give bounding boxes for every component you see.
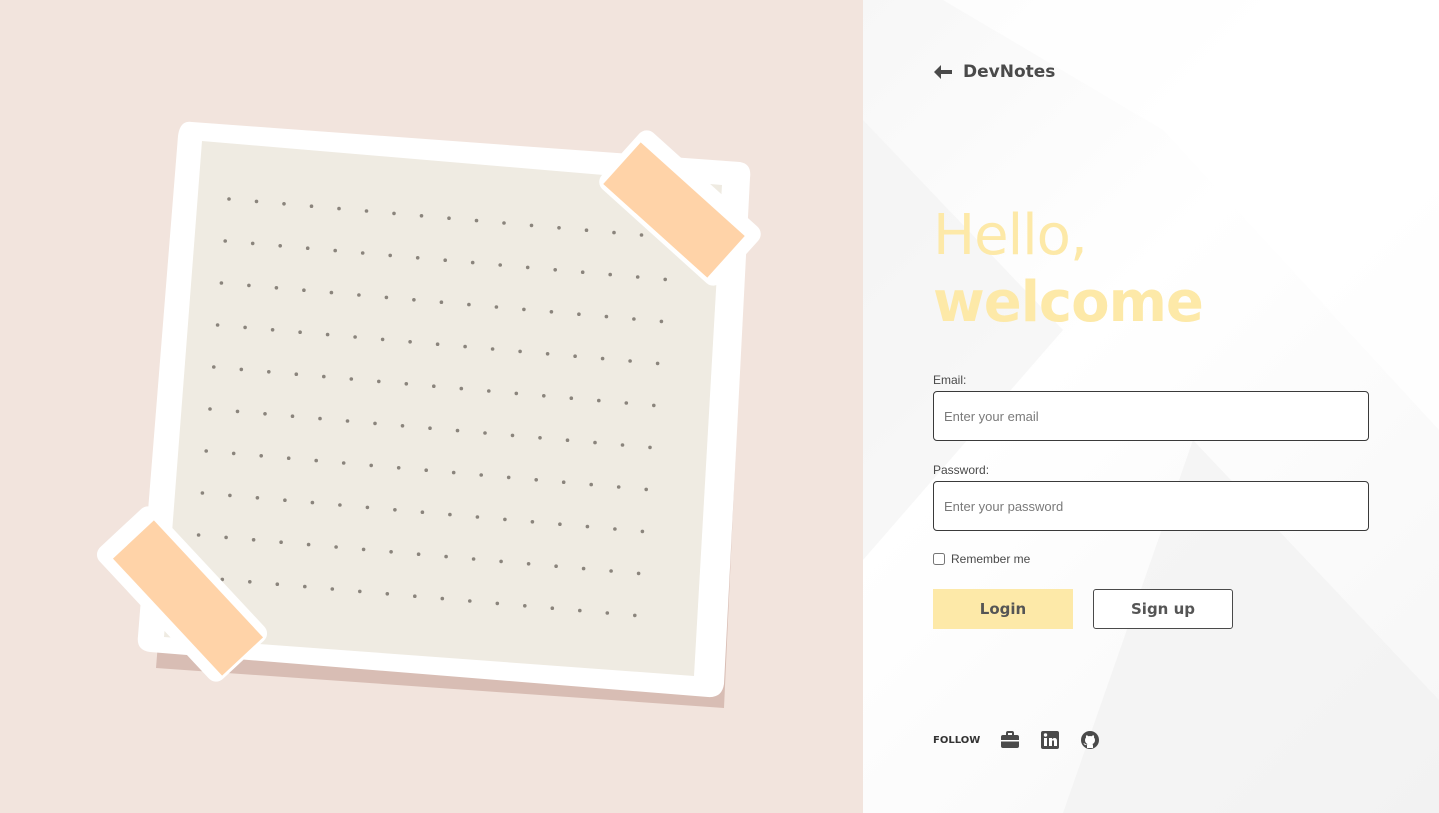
remember-checkbox[interactable] xyxy=(933,553,945,565)
brand-link[interactable]: DevNotes xyxy=(933,62,1055,82)
arrow-left-icon xyxy=(934,65,952,79)
heading-hello: Hello, xyxy=(933,203,1088,268)
login-panel: DevNotes Hello, welcome Email: Password:… xyxy=(863,0,1439,813)
signup-button[interactable]: Sign up xyxy=(1093,589,1233,629)
password-label: Password: xyxy=(933,463,990,477)
email-field[interactable] xyxy=(933,391,1369,441)
illustration-panel xyxy=(0,0,863,813)
heading-welcome: welcome xyxy=(933,270,1204,335)
remember-me[interactable]: Remember me xyxy=(933,552,1030,566)
brand-name: DevNotes xyxy=(963,62,1056,82)
follow-section: FOLLOW xyxy=(933,730,1120,750)
linkedin-icon[interactable] xyxy=(1040,730,1060,750)
briefcase-icon[interactable] xyxy=(1000,730,1020,750)
email-label: Email: xyxy=(933,373,967,387)
sticky-note-illustration xyxy=(96,121,761,708)
github-icon[interactable] xyxy=(1080,730,1100,750)
follow-label: FOLLOW xyxy=(933,734,981,746)
login-button[interactable]: Login xyxy=(933,589,1073,629)
remember-label: Remember me xyxy=(951,552,1031,566)
password-field[interactable] xyxy=(933,481,1369,531)
